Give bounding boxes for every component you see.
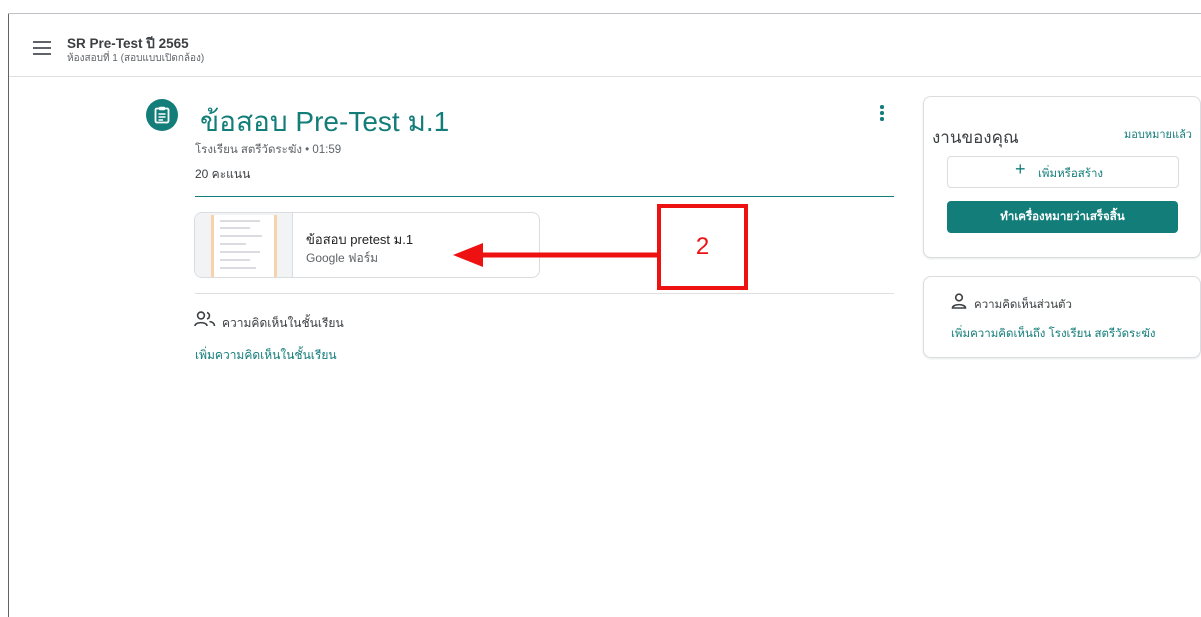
menu-icon[interactable] — [33, 41, 51, 55]
class-comments-label: ความคิดเห็นในชั้นเรียน — [222, 316, 344, 330]
your-work-heading: งานของคุณ — [932, 128, 1019, 147]
top-app-bar: SR Pre-Test ปี 2565 ห้องสอบที่ 1 (สอบแบบ… — [9, 14, 1201, 77]
add-or-create-label: เพิ่มหรือสร้าง — [1038, 168, 1104, 180]
attachment-name: ข้อสอบ pretest ม.1 — [306, 232, 414, 247]
plus-icon: + — [1015, 159, 1026, 179]
assignment-points: 20 คะแนน — [195, 167, 251, 181]
class-subtitle: ห้องสอบที่ 1 (สอบแบบเปิดกล้อง) — [67, 53, 205, 64]
mark-as-done-button[interactable]: ทำเครื่องหมายว่าเสร็จสิ้น — [947, 201, 1178, 233]
your-work-card: งานของคุณ มอบหมายแล้ว + เพิ่มหรือสร้าง ท… — [923, 96, 1201, 258]
status-badge: มอบหมายแล้ว — [1124, 129, 1192, 141]
annotation-callout-box: 2 — [657, 204, 748, 290]
add-private-comment-link[interactable]: เพิ่มความคิดเห็นถึง โรงเรียน สตรีวัดระฆั… — [951, 325, 1156, 343]
annotation-arrow — [453, 243, 657, 267]
people-icon — [194, 311, 216, 332]
assignment-title: ข้อสอบ Pre-Test ม.1 — [200, 106, 450, 137]
comments-divider — [195, 293, 894, 294]
private-comments-heading: ความคิดเห็นส่วนตัว — [974, 299, 1072, 311]
header-divider — [195, 196, 894, 197]
add-class-comment-link[interactable]: เพิ่มความคิดเห็นในชั้นเรียน — [195, 346, 337, 365]
person-icon — [951, 293, 967, 314]
attachment-type: Google ฟอร์ม — [306, 251, 379, 265]
form-thumbnail — [195, 213, 293, 277]
add-or-create-button[interactable]: + เพิ่มหรือสร้าง — [947, 156, 1179, 188]
more-vert-icon[interactable] — [874, 103, 890, 123]
private-comments-card: ความคิดเห็นส่วนตัว เพิ่มความคิดเห็นถึง โ… — [923, 276, 1201, 358]
assignment-icon — [146, 99, 178, 131]
mark-as-done-label: ทำเครื่องหมายว่าเสร็จสิ้น — [1000, 211, 1125, 223]
window-left-border — [8, 13, 9, 617]
assignment-meta: โรงเรียน สตรีวัดระฆัง • 01:59 — [195, 144, 342, 156]
annotation-number: 2 — [695, 233, 710, 260]
